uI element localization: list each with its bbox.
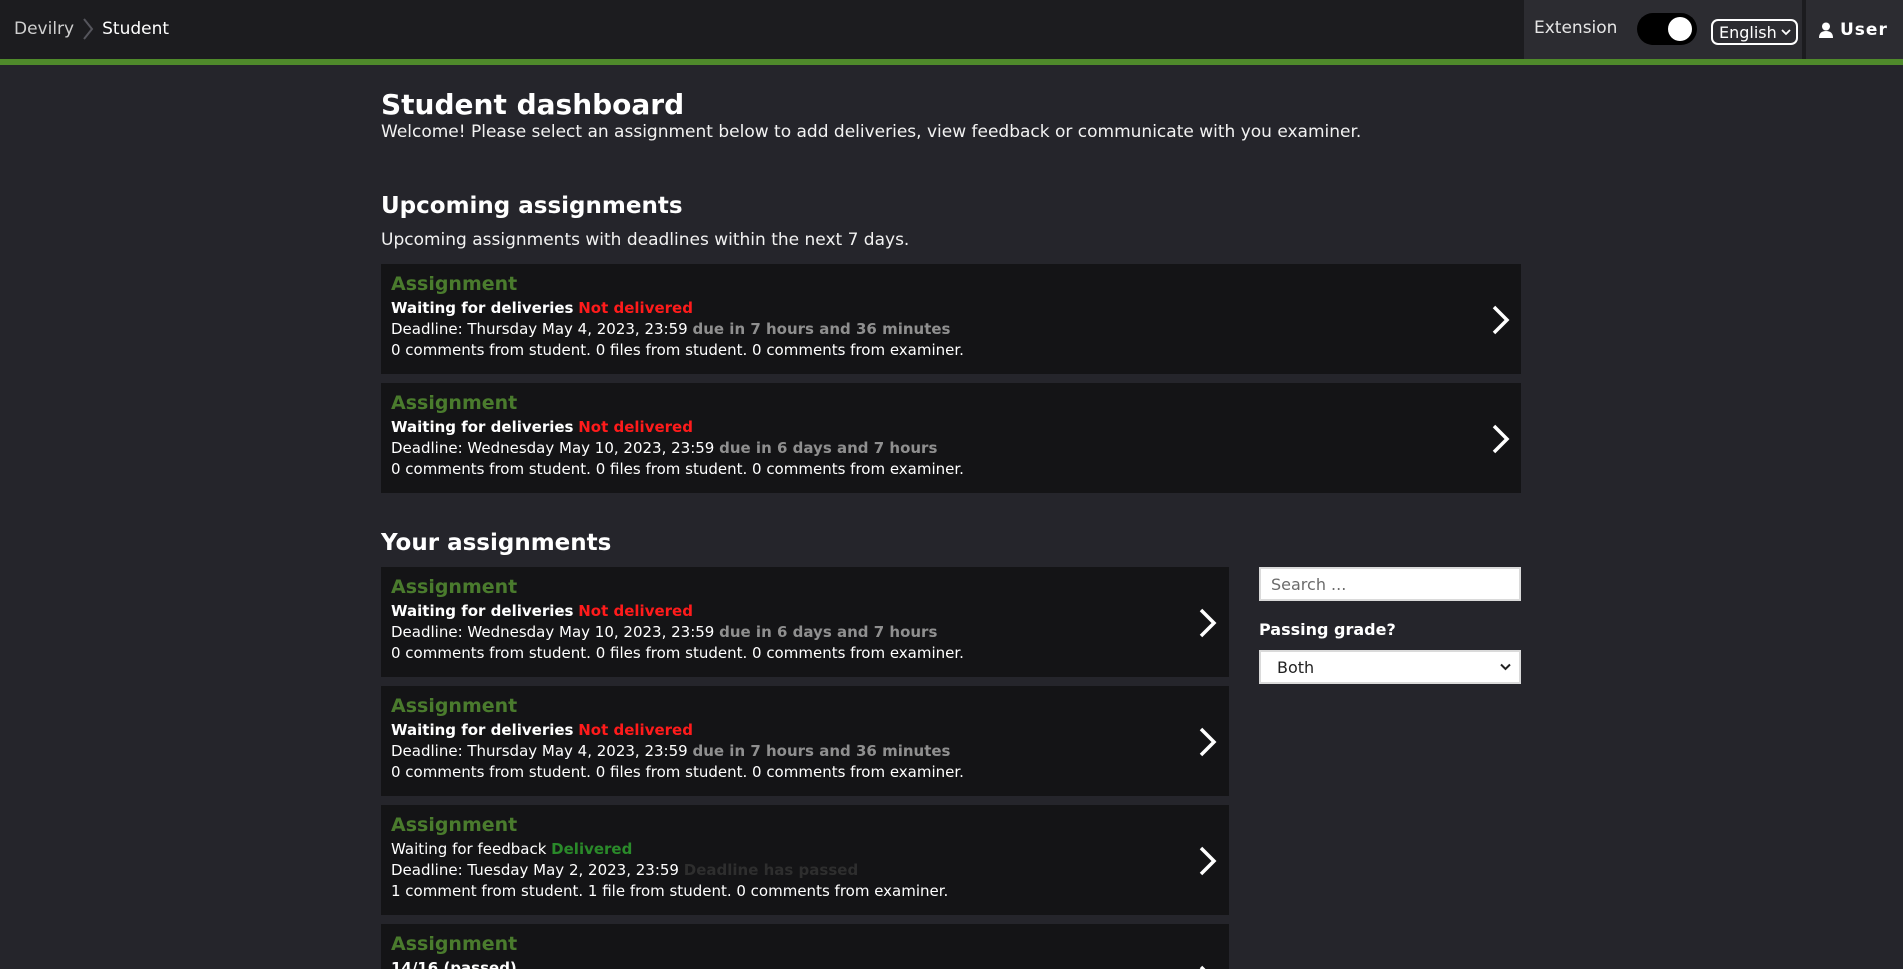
- card-summary: 0 comments from student. 0 files from st…: [391, 644, 964, 662]
- card-summary: 1 comment from student. 1 file from stud…: [391, 882, 949, 900]
- accent-divider: [0, 59, 1903, 65]
- assignment-card[interactable]: Assignment Waiting for deliveries Not de…: [381, 567, 1229, 677]
- page-title: Student dashboard: [381, 88, 685, 121]
- card-deadline: Deadline: Tuesday May 2, 2023, 23:59: [391, 861, 679, 879]
- card-title: Assignment: [391, 392, 518, 414]
- status-badge: Delivered: [551, 840, 633, 858]
- card-summary: 0 comments from student. 0 files from st…: [391, 763, 964, 781]
- card-status-line: Waiting for deliveries Not delivered: [391, 602, 693, 621]
- language-select[interactable]: English: [1711, 19, 1798, 45]
- assignments-title: Your assignments: [381, 530, 612, 556]
- extension-label: Extension: [1534, 18, 1618, 38]
- assignment-card[interactable]: Assignment 14/16 (passed): [381, 924, 1229, 969]
- card-status-line: Waiting for deliveries Not delivered: [391, 721, 693, 740]
- card-deadline: Deadline: Thursday May 4, 2023, 23:59: [391, 320, 688, 338]
- chevron-right-icon: [1199, 846, 1217, 876]
- breadcrumb: Devilry Student: [14, 18, 169, 40]
- chevron-right-icon: [1199, 965, 1206, 969]
- status-badge: Not delivered: [578, 418, 693, 436]
- card-title: Assignment: [391, 814, 518, 836]
- chevron-right-icon: [1492, 305, 1510, 335]
- chevron-down-icon: [1781, 29, 1791, 36]
- card-deadline-line: Deadline: Thursday May 4, 2023, 23:59 du…: [391, 742, 950, 761]
- card-deadline-line: Deadline: Wednesday May 10, 2023, 23:59 …: [391, 623, 937, 642]
- status-badge: Not delivered: [578, 721, 693, 739]
- language-value: English: [1719, 22, 1777, 42]
- card-title: Assignment: [391, 576, 518, 598]
- card-due: due in 6 days and 7 hours: [719, 623, 938, 641]
- breadcrumb-chevron-icon: [78, 18, 98, 40]
- card-deadline-line: Deadline: Thursday May 4, 2023, 23:59 du…: [391, 320, 950, 339]
- card-deadline-line: Deadline: Tuesday May 2, 2023, 23:59 Dea…: [391, 861, 858, 880]
- card-due: due in 7 hours and 36 minutes: [692, 320, 951, 338]
- extension-toggle[interactable]: [1637, 13, 1697, 45]
- card-status: Waiting for deliveries: [391, 299, 574, 317]
- assignment-card[interactable]: Assignment Waiting for deliveries Not de…: [381, 686, 1229, 796]
- welcome-text: Welcome! Please select an assignment bel…: [381, 122, 1362, 142]
- status-badge: Not delivered: [578, 602, 693, 620]
- card-title: Assignment: [391, 933, 518, 955]
- user-label: User: [1840, 19, 1888, 40]
- card-status-line: Waiting for deliveries Not delivered: [391, 299, 693, 318]
- card-due: due in 7 hours and 36 minutes: [692, 742, 951, 760]
- toggle-knob: [1668, 17, 1692, 41]
- card-deadline: Deadline: Wednesday May 10, 2023, 23:59: [391, 623, 715, 641]
- card-summary: 0 comments from student. 0 files from st…: [391, 341, 964, 359]
- chevron-down-icon: [1500, 663, 1511, 671]
- upcoming-card[interactable]: Assignment Waiting for deliveries Not de…: [381, 264, 1521, 374]
- user-menu-button[interactable]: User: [1806, 0, 1903, 59]
- chevron-right-icon: [1199, 727, 1217, 757]
- card-status: Waiting for deliveries: [391, 418, 574, 436]
- card-status: Waiting for deliveries: [391, 602, 574, 620]
- card-status: 14/16 (passed): [391, 959, 517, 969]
- upcoming-description: Upcoming assignments with deadlines with…: [381, 230, 910, 250]
- breadcrumb-student: Student: [102, 19, 170, 39]
- top-bar: Devilry Student Extension English User: [0, 0, 1903, 59]
- card-title: Assignment: [391, 273, 518, 295]
- chevron-right-icon: [1492, 424, 1510, 454]
- extension-area: Extension English: [1524, 0, 1802, 59]
- status-badge: Not delivered: [578, 299, 693, 317]
- card-due: Deadline has passed: [683, 861, 859, 879]
- breadcrumb-devilry[interactable]: Devilry: [14, 18, 74, 40]
- passing-grade-select[interactable]: Both: [1259, 650, 1521, 684]
- card-status-line: Waiting for feedback Delivered: [391, 840, 632, 859]
- chevron-right-icon: [1199, 608, 1217, 638]
- passing-grade-value: Both: [1277, 657, 1315, 677]
- search-input[interactable]: [1259, 567, 1521, 601]
- user-icon: [1819, 22, 1833, 38]
- upcoming-title: Upcoming assignments: [381, 193, 683, 219]
- card-summary: 0 comments from student. 0 files from st…: [391, 460, 964, 478]
- card-deadline-line: Deadline: Wednesday May 10, 2023, 23:59 …: [391, 439, 937, 458]
- card-status: Waiting for deliveries: [391, 721, 574, 739]
- passing-grade-label: Passing grade?: [1259, 620, 1396, 639]
- upcoming-card[interactable]: Assignment Waiting for deliveries Not de…: [381, 383, 1521, 493]
- assignment-card[interactable]: Assignment Waiting for feedback Delivere…: [381, 805, 1229, 915]
- card-status: Waiting for feedback: [391, 840, 547, 858]
- card-deadline: Deadline: Thursday May 4, 2023, 23:59: [391, 742, 688, 760]
- card-status-line: Waiting for deliveries Not delivered: [391, 418, 693, 437]
- card-deadline: Deadline: Wednesday May 10, 2023, 23:59: [391, 439, 715, 457]
- card-due: due in 6 days and 7 hours: [719, 439, 938, 457]
- card-title: Assignment: [391, 695, 518, 717]
